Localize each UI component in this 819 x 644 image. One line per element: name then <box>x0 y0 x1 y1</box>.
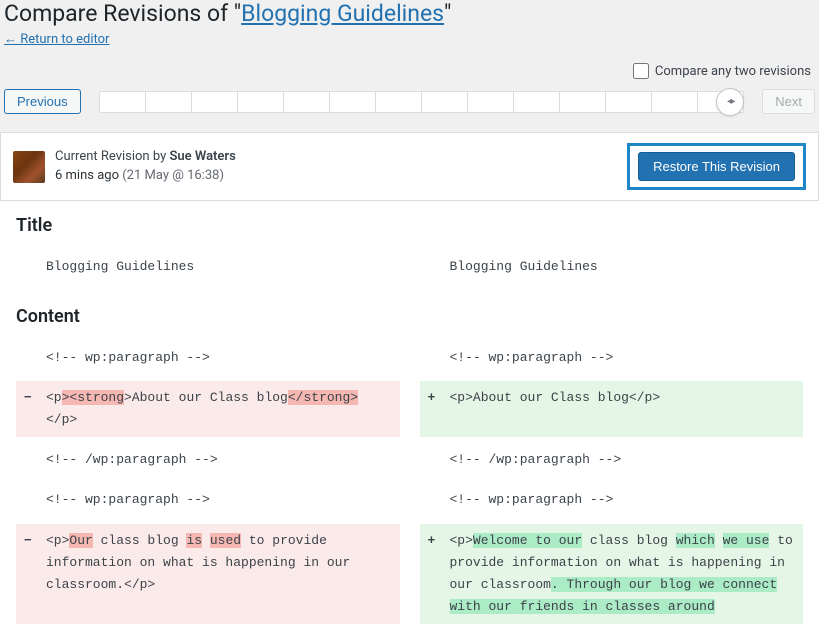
title-left: Blogging Guidelines <box>16 250 400 284</box>
diff-line-left: <!-- wp:paragraph --> <box>16 483 400 517</box>
avatar <box>13 151 45 183</box>
diff-line-left: <!-- wp:paragraph --> <box>16 341 400 375</box>
post-title-link[interactable]: Blogging Guidelines <box>241 0 444 27</box>
diff-line-removed: − <p>Our class blog is used to provide i… <box>16 524 400 624</box>
compare-any-two-label: Compare any two revisions <box>655 64 811 79</box>
diff-line-right: <!-- wp:paragraph --> <box>420 341 804 375</box>
previous-button[interactable]: Previous <box>4 89 81 114</box>
minus-icon: − <box>24 530 32 552</box>
current-revision-by: Current Revision by Sue Waters <box>55 148 627 166</box>
plus-icon: + <box>428 387 436 409</box>
return-to-editor-link[interactable]: ← Return to editor <box>4 32 109 47</box>
page-title: Compare Revisions of "Blogging Guideline… <box>4 0 815 27</box>
title-section-heading: Title <box>16 215 803 236</box>
restore-this-revision-button[interactable]: Restore This Revision <box>638 152 795 181</box>
author-name: Sue Waters <box>169 149 235 164</box>
diff-line-added: + <p>Welcome to our class blog which we … <box>420 524 804 624</box>
revision-meta-bar: Current Revision by Sue Waters 6 mins ag… <box>0 132 819 201</box>
diff-line-removed: − <p><strong>About our Class blog</stron… <box>16 381 400 437</box>
diff-line-right: <!-- /wp:paragraph --> <box>420 443 804 477</box>
title-prefix: Compare Revisions of " <box>4 0 241 27</box>
restore-highlight: Restore This Revision <box>627 143 806 190</box>
plus-icon: + <box>428 530 436 552</box>
diff-line-left: <!-- /wp:paragraph --> <box>16 443 400 477</box>
diff-line-right: <!-- wp:paragraph --> <box>420 483 804 517</box>
title-right: Blogging Guidelines <box>420 250 804 284</box>
slider-handle-icon[interactable] <box>716 88 744 116</box>
title-suffix: " <box>444 0 451 27</box>
slider-ticks <box>99 91 745 113</box>
revision-timestamp: 6 mins ago (21 May @ 16:38) <box>55 167 627 185</box>
compare-any-two-checkbox[interactable] <box>633 63 649 79</box>
minus-icon: − <box>24 387 32 409</box>
content-section-heading: Content <box>16 306 803 327</box>
diff-line-added: + <p>About our Class blog</p> <box>420 381 804 437</box>
revision-slider[interactable] <box>99 91 745 113</box>
next-button: Next <box>762 89 815 114</box>
